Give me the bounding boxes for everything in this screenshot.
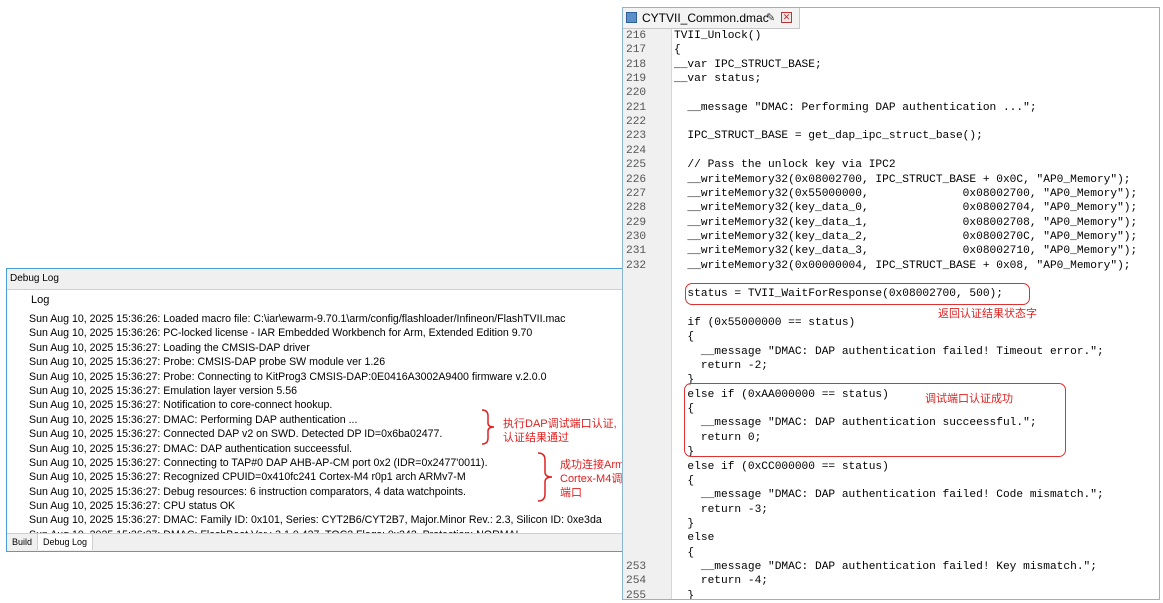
log-line: Sun Aug 10, 2025 15:36:26: Loaded macro … bbox=[29, 313, 566, 325]
line-number: 227 bbox=[626, 187, 647, 200]
code-line: __var IPC_STRUCT_BASE; bbox=[674, 58, 822, 71]
line-number: 231 bbox=[626, 245, 647, 258]
line-number: 219 bbox=[626, 73, 647, 86]
debug-log-title: Debug Log bbox=[7, 269, 668, 290]
log-line: Sun Aug 10, 2025 15:36:27: Probe: Connec… bbox=[29, 370, 547, 383]
code-line: TVII_Unlock() bbox=[674, 30, 762, 42]
code-line: __writeMemory32(key_data_0, 0x08002704, … bbox=[674, 202, 1138, 215]
line-number: 222 bbox=[626, 116, 647, 129]
line-number: 218 bbox=[626, 58, 647, 71]
tab-debug-log[interactable]: Debug Log bbox=[37, 534, 94, 550]
code-line: __message "DMAC: DAP authentication fail… bbox=[674, 489, 1104, 502]
code-line: { bbox=[674, 546, 695, 559]
line-number: 253 bbox=[626, 560, 647, 573]
line-number: 216 bbox=[626, 30, 647, 42]
line-number: 225 bbox=[626, 159, 647, 172]
code-line: { bbox=[674, 44, 681, 57]
file-icon bbox=[626, 12, 637, 23]
line-number: 224 bbox=[626, 144, 647, 157]
code-line: __message "DMAC: Performing DAP authenti… bbox=[674, 101, 1037, 114]
line-number: 223 bbox=[626, 130, 647, 143]
brace-dap-auth bbox=[481, 409, 495, 445]
line-number: 221 bbox=[626, 101, 647, 114]
code-area[interactable]: 216 TVII_Unlock() 217 {218 __var IPC_STRUCT_… bbox=[623, 29, 1159, 599]
line-number: 228 bbox=[626, 202, 647, 215]
code-line: return -4; bbox=[674, 575, 768, 588]
code-line: __var status; bbox=[674, 73, 762, 86]
code-line: __message "DMAC: DAP authentication fail… bbox=[674, 560, 1097, 573]
highlight-status-line bbox=[685, 283, 1030, 305]
debug-log-tabbar: Build Debug Log bbox=[7, 533, 668, 551]
annotation-auth-success: 调试端口认证成功 bbox=[925, 393, 1013, 405]
code-line: __writeMemory32(0x55000000, 0x08002700, … bbox=[674, 187, 1138, 200]
code-line: } bbox=[674, 589, 695, 600]
code-line: __writeMemory32(key_data_1, 0x08002708, … bbox=[674, 216, 1138, 229]
line-number: 217 bbox=[626, 44, 647, 57]
file-tab-label: CYTVII_Common.dmac bbox=[642, 11, 769, 25]
log-line: Sun Aug 10, 2025 15:36:27: Loading the C… bbox=[29, 341, 310, 354]
line-number: 232 bbox=[626, 259, 647, 272]
code-line: IPC_STRUCT_BASE = get_dap_ipc_struct_bas… bbox=[674, 130, 983, 143]
tab-build[interactable]: Build bbox=[7, 534, 37, 550]
pin-icon[interactable]: ✎ bbox=[766, 8, 775, 28]
code-line: __writeMemory32(key_data_2, 0x0800270C, … bbox=[674, 230, 1138, 243]
code-line: } bbox=[674, 517, 695, 530]
code-line: __writeMemory32(0x00000004, IPC_STRUCT_B… bbox=[674, 259, 1131, 272]
log-line: Sun Aug 10, 2025 15:36:27: DMAC: Family … bbox=[29, 514, 602, 527]
annotation-status-word: 返回认证结果状态字 bbox=[938, 308, 1037, 320]
code-line: // Pass the unlock key via IPC2 bbox=[674, 159, 896, 172]
code-line: __writeMemory32(key_data_3, 0x08002710, … bbox=[674, 245, 1138, 258]
brace-connect-m4 bbox=[537, 452, 553, 502]
line-number: 226 bbox=[626, 173, 647, 186]
annotation-dap-auth: 执行DAP调试端口认证, 认证结果通过 bbox=[503, 418, 617, 444]
log-line: Sun Aug 10, 2025 15:36:27: Probe: CMSIS-… bbox=[29, 356, 386, 369]
line-number: 229 bbox=[626, 216, 647, 229]
line-number: 255 bbox=[626, 589, 647, 600]
debug-log-window: Debug Log Log Sun Aug 10, 2025 15:36:26:… bbox=[6, 268, 669, 552]
log-line: Sun Aug 10, 2025 15:36:27: Notification … bbox=[29, 399, 333, 412]
code-line: return -3; bbox=[674, 503, 768, 516]
code-line: { bbox=[674, 331, 695, 344]
line-number: 220 bbox=[626, 87, 647, 100]
log-line: Sun Aug 10, 2025 15:36:27: Emulation lay… bbox=[29, 384, 297, 397]
line-number: 254 bbox=[626, 575, 647, 588]
code-line: else bbox=[674, 532, 715, 545]
code-line: return -2; bbox=[674, 360, 768, 373]
code-line: __message "DMAC: DAP authentication fail… bbox=[674, 345, 1104, 358]
editor-file-tab[interactable]: CYTVII_Common.dmac ✎ ✕ bbox=[623, 8, 800, 29]
log-line: Sun Aug 10, 2025 15:36:27: CPU status OK bbox=[29, 500, 236, 513]
line-number: 230 bbox=[626, 230, 647, 243]
code-line: if (0x55000000 == status) bbox=[674, 317, 856, 329]
code-line: { bbox=[674, 474, 695, 487]
code-line: __writeMemory32(0x08002700, IPC_STRUCT_B… bbox=[674, 173, 1131, 186]
close-icon[interactable]: ✕ bbox=[781, 12, 792, 23]
log-column-header[interactable]: Log bbox=[23, 290, 668, 308]
code-line: else if (0xCC000000 == status) bbox=[674, 460, 889, 473]
log-line: Sun Aug 10, 2025 15:36:26: PC-locked lic… bbox=[29, 327, 533, 340]
